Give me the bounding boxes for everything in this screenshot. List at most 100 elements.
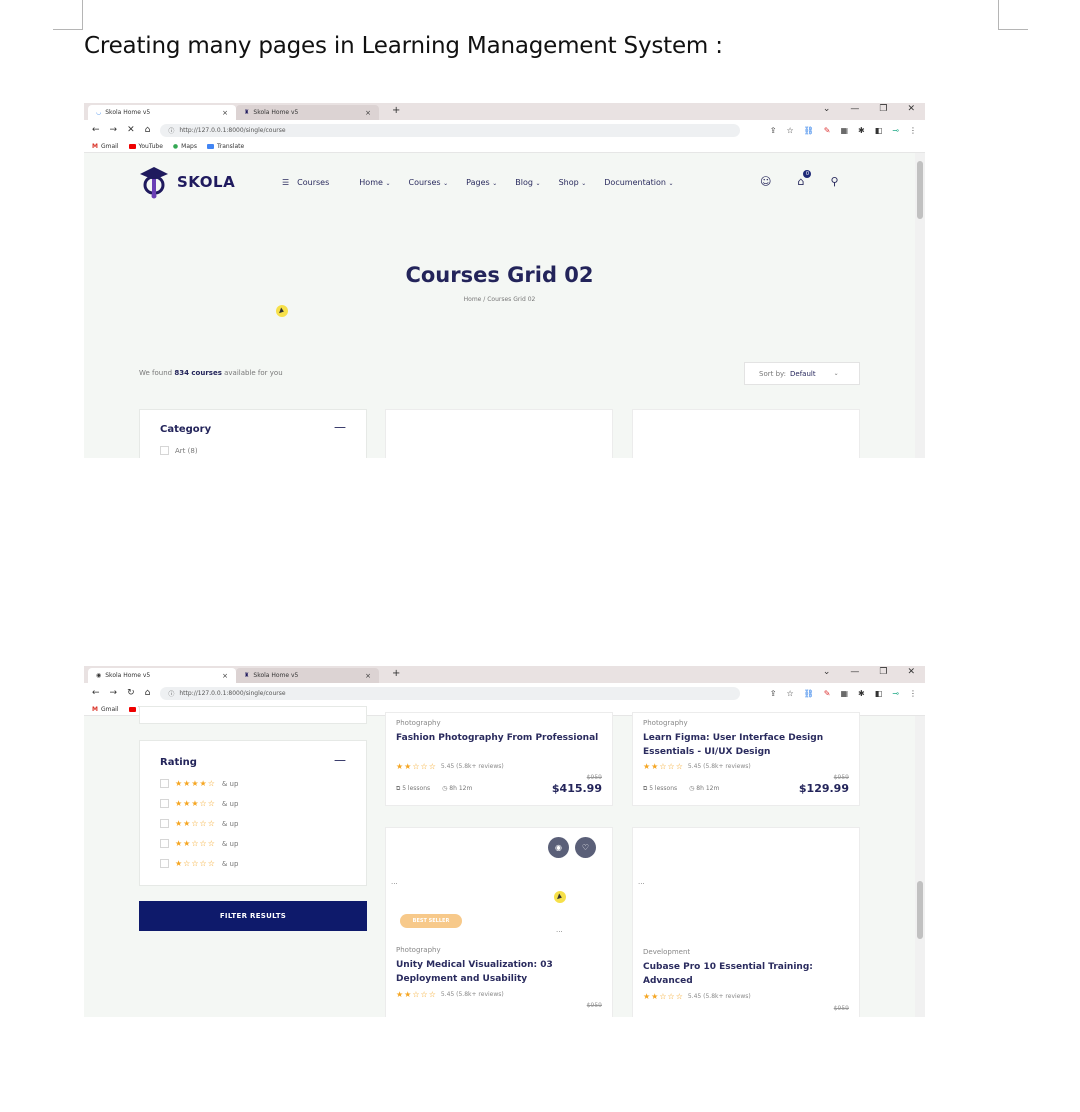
puzzle-icon[interactable]: ✱: [858, 689, 865, 698]
home-icon[interactable]: ⌂: [145, 688, 151, 698]
rating-option[interactable]: ★★☆☆☆ & up: [160, 819, 238, 828]
course-card[interactable]: ... Development Cubase Pro 10 Essential …: [632, 827, 860, 1017]
bookmark-star-icon[interactable]: ☆: [786, 689, 793, 698]
chevron-down-icon: ⌄: [443, 180, 449, 187]
minimize-icon[interactable]: —: [850, 104, 859, 114]
reload-icon[interactable]: ↻: [127, 688, 135, 698]
search-icon[interactable]: ⚲: [830, 175, 838, 188]
scrollbar[interactable]: [915, 716, 925, 1017]
wishlist-heart-icon[interactable]: ♡: [575, 837, 596, 858]
collapse-icon[interactable]: —: [334, 753, 346, 767]
nav-courses[interactable]: Courses ⌄: [408, 178, 448, 187]
category-option[interactable]: Art (8): [160, 446, 198, 455]
share-icon[interactable]: ⇪: [770, 689, 777, 698]
close-tab-icon[interactable]: ×: [365, 672, 371, 680]
forward-icon[interactable]: →: [110, 688, 118, 698]
key-icon[interactable]: ⊸: [892, 689, 899, 698]
chrome-icon: ◉: [96, 672, 102, 679]
sidebar-icon[interactable]: ◧: [875, 689, 883, 698]
new-tab-button[interactable]: +: [392, 668, 400, 679]
nav-shop[interactable]: Shop ⌄: [559, 178, 587, 187]
browser-tab-active[interactable]: ◡ Skola Home v5 ×: [88, 105, 236, 120]
url-field[interactable]: ⓘ http://127.0.0.1:8000/single/course: [160, 686, 741, 700]
extension-icon[interactable]: ▦: [840, 689, 848, 698]
courses-menu-button[interactable]: ☰ Courses: [282, 178, 329, 187]
new-tab-button[interactable]: +: [392, 105, 400, 116]
filter-results-button[interactable]: FILTER RESULTS: [139, 901, 367, 931]
sidebar-icon[interactable]: ◧: [875, 126, 883, 135]
tab-search-icon[interactable]: ⌄: [823, 104, 831, 114]
menu-dots-icon[interactable]: ⋮: [909, 689, 917, 698]
checkbox[interactable]: [160, 819, 169, 828]
scrollbar-thumb[interactable]: [917, 161, 923, 219]
url-field[interactable]: ⓘ http://127.0.0.1:8000/single/course: [160, 123, 741, 137]
cart-button[interactable]: ⌂ 0: [797, 170, 812, 188]
close-tab-icon[interactable]: ×: [222, 109, 228, 117]
restore-icon[interactable]: ❐: [879, 667, 887, 677]
course-card[interactable]: Photography Fashion Photography From Pro…: [385, 712, 613, 806]
close-window-icon[interactable]: ✕: [907, 667, 915, 677]
bookmark-youtube[interactable]: YouTube: [128, 143, 163, 150]
checkbox[interactable]: [160, 839, 169, 848]
home-icon[interactable]: ⌂: [145, 125, 151, 135]
rating-option[interactable]: ★★★★☆ & up: [160, 779, 238, 788]
collapse-icon[interactable]: —: [334, 420, 346, 434]
course-card[interactable]: ◉ ♡ ... BEST SELLER ... Photography Unit…: [385, 827, 613, 1017]
bookmark-gmail[interactable]: M Gmail: [92, 143, 119, 150]
restore-icon[interactable]: ❐: [879, 104, 887, 114]
close-tab-icon[interactable]: ×: [222, 672, 228, 680]
sort-dropdown[interactable]: Sort by: Default ⌄: [744, 362, 860, 385]
course-title[interactable]: Unity Medical Visualization: 03 Deployme…: [396, 958, 601, 986]
extension-icon[interactable]: ✎: [824, 126, 831, 135]
user-icon[interactable]: ☺: [760, 175, 771, 188]
nav-blog[interactable]: Blog ⌄: [515, 178, 540, 187]
course-card[interactable]: Photography Learn Figma: User Interface …: [632, 712, 860, 806]
browser-tab-active[interactable]: ◉ Skola Home v5 ×: [88, 668, 236, 683]
scrollbar[interactable]: [915, 153, 925, 458]
preview-eye-icon[interactable]: ◉: [548, 837, 569, 858]
scrollbar-thumb[interactable]: [917, 881, 923, 939]
back-icon[interactable]: ←: [92, 125, 100, 135]
nav-home[interactable]: Home ⌄: [359, 178, 390, 187]
link-extension-icon[interactable]: ⛓: [804, 126, 814, 135]
back-icon[interactable]: ←: [92, 688, 100, 698]
hamburger-icon: ☰: [282, 178, 290, 187]
breadcrumb[interactable]: Home / Courses Grid 02: [84, 296, 915, 303]
minimize-icon[interactable]: —: [850, 667, 859, 677]
nav-pages[interactable]: Pages ⌄: [466, 178, 497, 187]
checkbox[interactable]: [160, 779, 169, 788]
link-extension-icon[interactable]: ⛓: [804, 689, 814, 698]
rating-option[interactable]: ★★☆☆☆ & up: [160, 839, 238, 848]
course-title[interactable]: Learn Figma: User Interface Design Essen…: [643, 731, 848, 759]
bookmark-maps[interactable]: ●Maps: [173, 143, 197, 150]
stars-icon: ★☆☆☆☆: [175, 859, 216, 868]
forward-icon[interactable]: →: [110, 125, 118, 135]
course-title[interactable]: Fashion Photography From Professional: [396, 731, 601, 745]
stop-icon[interactable]: ✕: [127, 125, 135, 135]
site-logo[interactable]: SKOLA: [139, 165, 235, 199]
bookmark-star-icon[interactable]: ☆: [786, 126, 793, 135]
share-icon[interactable]: ⇪: [770, 126, 777, 135]
browser-tab-2[interactable]: ♜ Skola Home v5 ×: [236, 668, 379, 683]
extension-icon[interactable]: ▦: [840, 126, 848, 135]
key-icon[interactable]: ⊸: [892, 126, 899, 135]
tab-search-icon[interactable]: ⌄: [823, 667, 831, 677]
rating-option[interactable]: ★☆☆☆☆ & up: [160, 859, 238, 868]
browser-tab-2[interactable]: ♜ Skola Home v5 ×: [236, 105, 379, 120]
rating-option[interactable]: ★★★☆☆ & up: [160, 799, 238, 808]
checkbox[interactable]: [160, 859, 169, 868]
extension-icon[interactable]: ✎: [824, 689, 831, 698]
nav-documentation[interactable]: Documentation ⌄: [604, 178, 673, 187]
bookmark-translate[interactable]: Translate: [206, 143, 244, 150]
menu-dots-icon[interactable]: ⋮: [909, 126, 917, 135]
course-card[interactable]: [632, 409, 860, 458]
course-title[interactable]: Cubase Pro 10 Essential Training: Advanc…: [643, 960, 848, 988]
puzzle-icon[interactable]: ✱: [858, 126, 865, 135]
checkbox[interactable]: [160, 799, 169, 808]
close-window-icon[interactable]: ✕: [907, 104, 915, 114]
close-tab-icon[interactable]: ×: [365, 109, 371, 117]
course-card[interactable]: [385, 409, 613, 458]
tab-title: Skola Home v5: [253, 672, 299, 679]
checkbox[interactable]: [160, 446, 169, 455]
bookmark-gmail[interactable]: M Gmail: [92, 706, 119, 713]
